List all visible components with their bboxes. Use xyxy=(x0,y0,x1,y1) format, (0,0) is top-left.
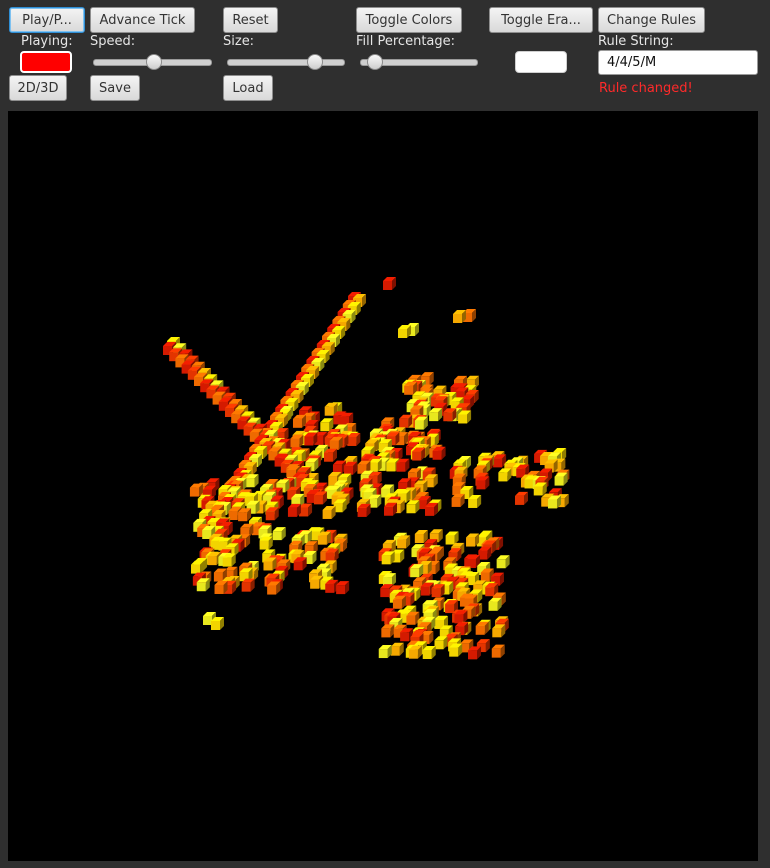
speed-slider-thumb[interactable] xyxy=(145,54,162,70)
voxel-cube xyxy=(445,531,459,545)
voxel-cube xyxy=(272,527,286,541)
simulation-viewport[interactable] xyxy=(8,111,758,861)
size-slider[interactable] xyxy=(227,54,345,70)
voxel-cube xyxy=(488,597,502,611)
speed-slider[interactable] xyxy=(93,54,212,70)
voxel-cube xyxy=(398,325,411,338)
voxel-scene xyxy=(163,277,570,660)
change-rules-button[interactable]: Change Rules xyxy=(598,7,705,33)
load-button[interactable]: Load xyxy=(223,75,273,101)
voxel-cube xyxy=(478,546,492,560)
reset-button[interactable]: Reset xyxy=(223,7,278,33)
voxel-cube xyxy=(514,491,528,505)
voxel-cube xyxy=(381,624,395,638)
rule-status-message: Rule changed! xyxy=(599,81,693,96)
voxel-cube xyxy=(475,621,489,635)
voxel-cube xyxy=(287,503,301,517)
size-slider-track xyxy=(227,59,345,66)
voxel-cube xyxy=(322,505,336,519)
toggle-erase-button[interactable]: Toggle Era... xyxy=(489,7,593,33)
playing-color-swatch[interactable] xyxy=(20,51,72,73)
size-slider-thumb[interactable] xyxy=(307,54,324,70)
rule-string-input[interactable] xyxy=(598,50,758,75)
voxel-cube xyxy=(491,644,505,658)
voxel-cube xyxy=(434,636,448,650)
voxel-cube xyxy=(414,530,428,544)
voxel-cube xyxy=(496,555,510,569)
voxel-cube xyxy=(498,468,512,482)
voxel-cube xyxy=(406,500,420,514)
mode-2d-3d-button[interactable]: 2D/3D xyxy=(9,75,67,101)
toggle-colors-button[interactable]: Toggle Colors xyxy=(356,7,462,33)
save-button[interactable]: Save xyxy=(90,75,140,101)
voxel-cube xyxy=(492,624,506,638)
rule-string-label: Rule String: xyxy=(598,34,674,49)
play-pause-button[interactable]: Play/P... xyxy=(9,7,85,33)
voxel-cube xyxy=(451,493,465,507)
voxel-cube xyxy=(429,408,443,422)
fill-percentage-slider[interactable] xyxy=(360,54,478,70)
advance-tick-button[interactable]: Advance Tick xyxy=(90,7,195,33)
speed-label: Speed: xyxy=(90,34,136,49)
size-label: Size: xyxy=(223,34,255,49)
voxel-cube xyxy=(383,277,396,290)
voxel-cube xyxy=(378,645,392,659)
playing-label: Playing: xyxy=(21,34,73,49)
voxel-cube xyxy=(390,642,404,656)
erase-color-swatch[interactable] xyxy=(515,51,567,73)
fill-percentage-label: Fill Percentage: xyxy=(356,34,456,49)
fill-slider-thumb[interactable] xyxy=(367,54,384,70)
voxel-cube xyxy=(332,460,346,474)
voxel-cube xyxy=(292,414,306,428)
voxel-cube xyxy=(290,434,304,448)
